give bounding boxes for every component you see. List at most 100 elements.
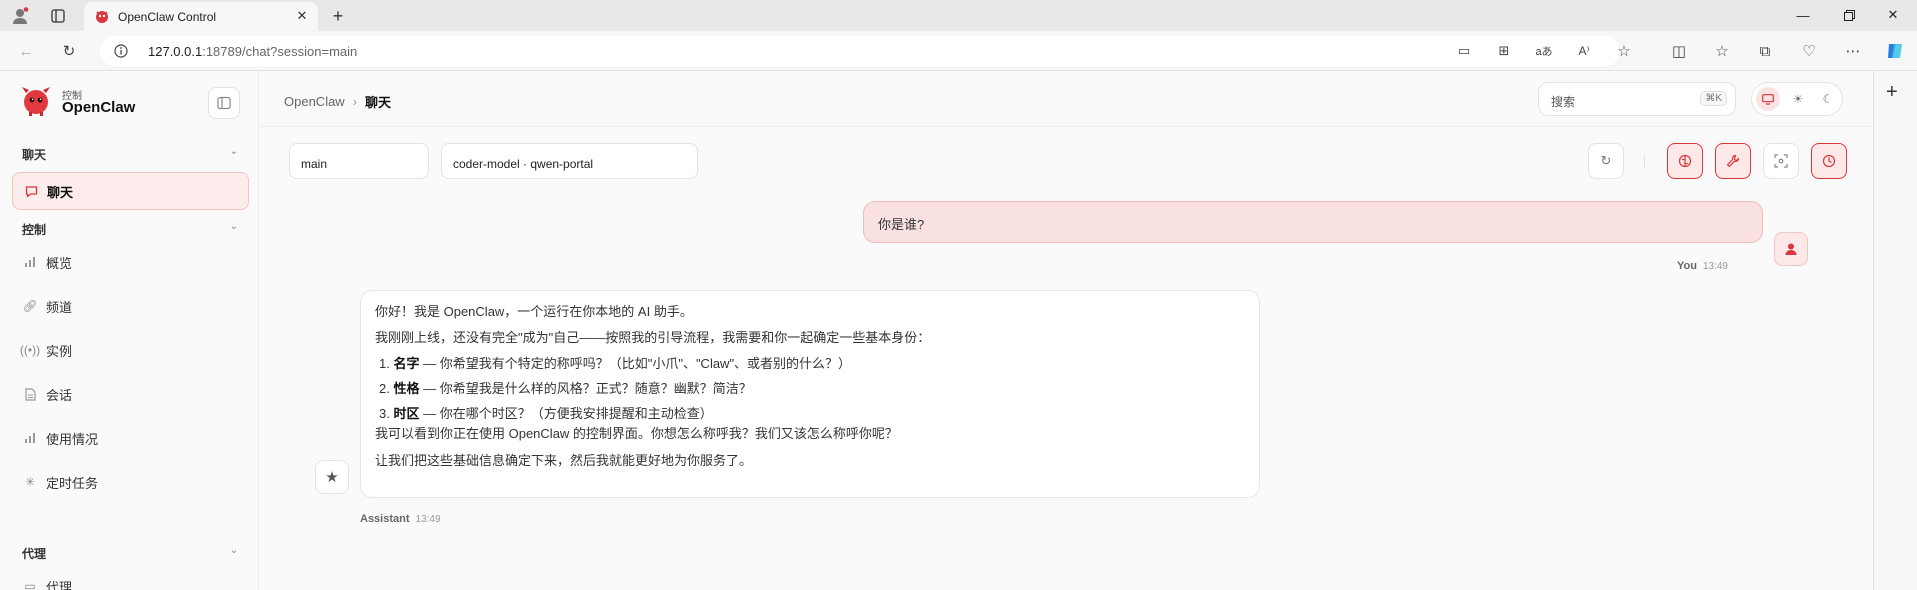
chat-toolbar: main coder-model · qwen-portal ↻ xyxy=(260,131,1873,181)
brain-icon xyxy=(1678,154,1692,168)
user-avatar xyxy=(1774,232,1808,266)
sidebar-item-usage[interactable]: 使用情况 xyxy=(12,419,249,457)
assistant-list: 1. 名字 — 你希望我有个特定的称呼吗？（比如"小爪"、"Claw"、或者别的… xyxy=(375,355,1245,423)
sidebar-toggle-icon xyxy=(217,96,231,110)
browser-tab-active[interactable]: OpenClaw Control ✕ xyxy=(84,2,318,31)
minimize-icon[interactable]: — xyxy=(1788,4,1818,26)
browser-essentials-icon[interactable]: ♡ xyxy=(1798,40,1820,62)
url-host: 127.0.0.1 xyxy=(148,44,203,59)
user-icon xyxy=(1785,243,1797,255)
add-side-app-icon[interactable]: + xyxy=(1886,81,1898,104)
sidebar-item-label: 代理 xyxy=(46,579,73,590)
search-input[interactable]: 搜索 ⌘K xyxy=(1538,82,1736,116)
moon-icon[interactable]: ☾ xyxy=(1816,87,1840,111)
monitor-icon[interactable] xyxy=(1756,87,1780,111)
site-info-icon[interactable] xyxy=(114,44,128,63)
split-screen-icon[interactable]: ◫ xyxy=(1668,40,1690,62)
clock-icon xyxy=(1822,154,1836,168)
list-text: — 你希望我是什么样的风格？正式？随意？幽默？简洁？ xyxy=(419,381,752,396)
device-icon[interactable]: ▭ xyxy=(1454,41,1474,61)
list-number: 1. xyxy=(379,356,390,371)
sidebar-item-cron[interactable]: ✳︎ 定时任务 xyxy=(12,463,249,501)
list-item: 3. 时区 — 你在哪个时区？（方便我安排提醒和主动检查） xyxy=(375,405,1245,423)
more-menu-icon[interactable]: ⋯ xyxy=(1842,40,1864,62)
nav-group-chat[interactable]: 聊天 ⌄ xyxy=(22,146,238,163)
tab-favicon-icon xyxy=(94,8,110,29)
link-icon: 🔗︎ xyxy=(22,299,38,313)
favorites-icon[interactable]: ☆ xyxy=(1711,40,1733,62)
copilot-icon[interactable] xyxy=(1884,40,1906,62)
collections-icon[interactable]: ⧉ xyxy=(1754,40,1776,62)
sidebar-item-agents[interactable]: ▭ 代理 xyxy=(12,567,249,590)
search-placeholder: 搜索 xyxy=(1551,95,1576,109)
new-tab-icon[interactable]: + xyxy=(326,4,350,28)
restore-icon[interactable] xyxy=(1834,4,1864,26)
list-text: — 你在哪个时区？（方便我安排提醒和主动检查） xyxy=(419,406,713,421)
history-toggle-button[interactable] xyxy=(1811,143,1847,179)
breadcrumb-root[interactable]: OpenClaw xyxy=(284,94,345,109)
url-path: :18789/chat?session=main xyxy=(202,44,358,59)
bar-chart-icon xyxy=(22,430,38,446)
bar-chart-icon xyxy=(22,254,38,270)
message-time: 13:49 xyxy=(1702,261,1728,272)
loader-icon: ✳︎ xyxy=(24,475,36,489)
sidebar: 控制 OpenClaw 聊天 ⌄ 聊天 控制 ⌄ 概览 🔗︎ 频道 ((•)) … xyxy=(0,71,259,590)
chevron-down-icon: ⌄ xyxy=(229,221,238,232)
chevron-down-icon: ⌄ xyxy=(229,146,238,157)
message-text: 你是谁? xyxy=(878,217,925,232)
list-item: 2. 性格 — 你希望我是什么样的风格？正式？随意？幽默？简洁？ xyxy=(375,380,1245,398)
tab-title: OpenClaw Control xyxy=(118,10,217,24)
sidebar-item-sessions[interactable]: 会话 xyxy=(12,375,249,413)
chevron-down-icon: ⌄ xyxy=(229,545,238,556)
sidebar-item-label: 使用情况 xyxy=(46,431,99,447)
sidebar-item-label: 实例 xyxy=(46,343,73,359)
tab-close-icon[interactable]: ✕ xyxy=(294,8,310,24)
list-term: 时区 xyxy=(393,406,420,421)
focus-icon xyxy=(1774,154,1788,168)
sidebar-item-chat[interactable]: 聊天 xyxy=(12,172,249,210)
sidebar-item-label: 会话 xyxy=(46,387,73,403)
app-grid-icon[interactable]: ⊞ xyxy=(1494,41,1514,61)
nav-group-label: 聊天 xyxy=(22,148,47,162)
broadcast-icon: ((•)) xyxy=(19,343,41,357)
refresh-icon: ↻ xyxy=(1600,153,1612,168)
nav-group-agents[interactable]: 代理 ⌄ xyxy=(22,545,238,562)
model-select[interactable]: coder-model · qwen-portal xyxy=(441,143,698,179)
nav-group-control[interactable]: 控制 ⌄ xyxy=(22,221,238,238)
folder-icon: ▭ xyxy=(24,579,36,590)
sidebar-item-label: 频道 xyxy=(46,299,73,315)
url-field[interactable]: 127.0.0.1:18789/chat?session=main ▭ ⊞ aあ… xyxy=(100,36,1631,66)
list-item: 1. 名字 — 你希望我有个特定的称呼吗？（比如"小爪"、"Claw"、或者别的… xyxy=(375,355,1245,373)
sidebar-item-label: 定时任务 xyxy=(46,475,99,491)
list-number: 2. xyxy=(379,381,390,396)
close-window-icon[interactable]: ✕ xyxy=(1878,4,1908,26)
openclaw-app: 控制 OpenClaw 聊天 ⌄ 聊天 控制 ⌄ 概览 🔗︎ 频道 ((•)) … xyxy=(0,71,1873,590)
user-message-meta: You 13:49 xyxy=(1677,260,1728,272)
collapse-sidebar-button[interactable] xyxy=(208,87,240,119)
sidebar-item-channels[interactable]: 🔗︎ 频道 xyxy=(12,287,249,325)
tab-actions-icon[interactable] xyxy=(46,4,70,28)
session-select[interactable]: main xyxy=(289,143,429,179)
profile-icon[interactable] xyxy=(8,4,32,28)
sidebar-item-instances[interactable]: ((•)) 实例 xyxy=(12,331,249,369)
sidebar-item-overview[interactable]: 概览 xyxy=(12,243,249,281)
browser-side-panel: + xyxy=(1873,71,1917,590)
thinking-toggle-button[interactable] xyxy=(1667,143,1703,179)
read-aloud-icon[interactable]: A⁾ xyxy=(1574,41,1594,61)
browser-address-bar: ← ↻ 127.0.0.1:18789/chat?session=main ▭ … xyxy=(0,31,1917,71)
tools-toggle-button[interactable] xyxy=(1715,143,1751,179)
assistant-message-meta: Assistant 13:49 xyxy=(360,513,441,525)
list-number: 3. xyxy=(379,406,390,421)
brand-name: OpenClaw xyxy=(62,99,136,116)
browser-tab-bar: OpenClaw Control ✕ + — ✕ xyxy=(0,0,1917,31)
theme-switcher: ☀︎ ☾ xyxy=(1751,82,1843,116)
header: OpenClaw › 聊天 搜索 ⌘K ☀︎ ☾ xyxy=(260,71,1873,127)
translate-icon[interactable]: aあ xyxy=(1534,41,1554,61)
sun-icon[interactable]: ☀︎ xyxy=(1786,87,1810,111)
reload-icon[interactable]: ↻ xyxy=(58,40,80,62)
focus-mode-button[interactable] xyxy=(1763,143,1799,179)
openclaw-logo-icon xyxy=(20,85,52,117)
favorite-star-icon[interactable]: ☆ xyxy=(1614,41,1634,61)
refresh-button[interactable]: ↻ xyxy=(1588,143,1624,179)
back-icon[interactable]: ← xyxy=(15,40,37,62)
